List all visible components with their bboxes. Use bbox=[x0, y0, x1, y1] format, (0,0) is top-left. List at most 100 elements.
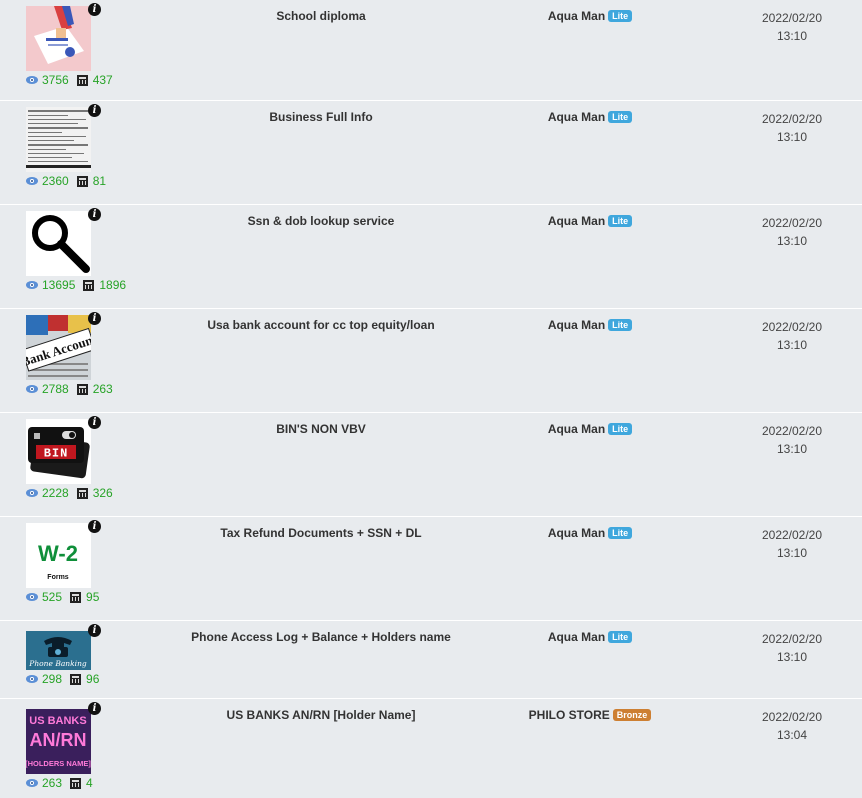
product-thumbnail[interactable]: US BANKS AN/RN [HOLDERS NAME] bbox=[26, 709, 91, 774]
stats: 525 95 bbox=[26, 590, 99, 604]
product-thumbnail[interactable] bbox=[26, 107, 91, 172]
info-icon[interactable]: i bbox=[88, 3, 101, 16]
sales-count: 95 bbox=[86, 590, 100, 604]
product-list: i 3756 437 School diploma Aqua Man Lite 2… bbox=[0, 0, 862, 798]
views-count: 3756 bbox=[42, 73, 69, 87]
time-text: 13:10 bbox=[776, 338, 808, 352]
eye-icon bbox=[26, 385, 38, 393]
list-item: US BANKS AN/RN [HOLDERS NAME] i 263 4 US… bbox=[0, 699, 862, 798]
product-thumbnail[interactable]: Phone Banking bbox=[26, 631, 91, 670]
listing-date: 2022/02/20 13:10 bbox=[742, 526, 842, 562]
views-count: 2228 bbox=[42, 486, 69, 500]
views-count: 525 bbox=[42, 590, 63, 604]
time-text: 13:10 bbox=[776, 234, 808, 248]
seller-name[interactable]: Aqua Man bbox=[548, 630, 605, 644]
seller[interactable]: Aqua Man Lite bbox=[520, 214, 660, 228]
date-text: 2022/02/20 bbox=[761, 216, 823, 230]
sales-count: 81 bbox=[92, 174, 107, 188]
info-icon[interactable]: i bbox=[88, 702, 101, 715]
seller-name[interactable]: PHILO STORE bbox=[529, 708, 610, 722]
seller[interactable]: Aqua Man Lite bbox=[520, 318, 660, 332]
time-text: 13:10 bbox=[776, 650, 808, 664]
seller-name[interactable]: Aqua Man bbox=[548, 526, 605, 540]
product-title[interactable]: US BANKS AN/RN [Holder Name] bbox=[160, 708, 482, 722]
seller-badge: Lite bbox=[608, 631, 633, 643]
seller[interactable]: Aqua Man Lite bbox=[520, 110, 660, 124]
thumb-caption: Phone Banking bbox=[28, 659, 87, 668]
eye-icon bbox=[26, 593, 38, 601]
stats: 2228 326 bbox=[26, 486, 113, 500]
product-thumbnail[interactable]: W-2 Forms bbox=[26, 523, 91, 588]
calculator-icon bbox=[76, 74, 88, 86]
listing-date: 2022/02/20 13:10 bbox=[742, 214, 842, 250]
time-text: 13:10 bbox=[776, 442, 808, 456]
seller-badge: Lite bbox=[608, 215, 633, 227]
eye-icon bbox=[26, 489, 38, 497]
product-thumbnail[interactable] bbox=[26, 211, 91, 276]
seller-name[interactable]: Aqua Man bbox=[548, 110, 605, 124]
eye-icon bbox=[26, 76, 38, 84]
seller-badge: Lite bbox=[608, 10, 633, 22]
eye-icon bbox=[26, 177, 38, 185]
listing-date: 2022/02/20 13:10 bbox=[742, 9, 842, 45]
thumb-caption-2: AN/RN bbox=[30, 730, 87, 750]
calculator-icon bbox=[70, 673, 82, 685]
list-item: i 13695 1896 Ssn & dob lookup service Aq… bbox=[0, 205, 862, 309]
product-title[interactable]: Ssn & dob lookup service bbox=[160, 214, 482, 228]
calculator-icon bbox=[83, 279, 95, 291]
list-item: Bank Account i 2788 263 Usa bank account… bbox=[0, 309, 862, 413]
product-title[interactable]: Tax Refund Documents + SSN + DL bbox=[160, 526, 482, 540]
seller-name[interactable]: Aqua Man bbox=[548, 422, 605, 436]
product-thumbnail[interactable]: Bank Account bbox=[26, 315, 91, 380]
seller[interactable]: Aqua Man Lite bbox=[520, 630, 660, 644]
time-text: 13:10 bbox=[776, 546, 808, 560]
eye-icon bbox=[26, 675, 38, 683]
seller-badge: Lite bbox=[608, 423, 633, 435]
thumb-caption-3: [HOLDERS NAME] bbox=[26, 759, 91, 768]
product-title[interactable]: Usa bank account for cc top equity/loan bbox=[160, 318, 482, 332]
list-item: BIN i 2228 326 BIN'S NON VBV Aqua Man Lit… bbox=[0, 413, 862, 517]
stats: 2788 263 bbox=[26, 382, 113, 396]
listing-date: 2022/02/20 13:10 bbox=[742, 630, 842, 666]
info-icon[interactable]: i bbox=[88, 624, 101, 637]
product-title[interactable]: BIN'S NON VBV bbox=[160, 422, 482, 436]
sales-count: 326 bbox=[92, 486, 113, 500]
date-text: 2022/02/20 bbox=[761, 320, 823, 334]
sales-count: 263 bbox=[92, 382, 113, 396]
seller[interactable]: Aqua Man Lite bbox=[520, 526, 660, 540]
seller-name[interactable]: Aqua Man bbox=[548, 9, 605, 23]
info-icon[interactable]: i bbox=[88, 208, 101, 221]
thumb-caption: W-2 bbox=[38, 541, 78, 566]
list-item: Phone Banking i 298 96 Phone Access Log … bbox=[0, 621, 862, 699]
seller[interactable]: Aqua Man Lite bbox=[520, 9, 660, 23]
listing-date: 2022/02/20 13:04 bbox=[742, 708, 842, 744]
date-text: 2022/02/20 bbox=[761, 710, 823, 724]
stats: 263 4 bbox=[26, 776, 93, 790]
seller-badge: Lite bbox=[608, 527, 633, 539]
info-icon[interactable]: i bbox=[88, 520, 101, 533]
product-thumbnail[interactable] bbox=[26, 6, 91, 71]
eye-icon bbox=[26, 281, 38, 289]
seller[interactable]: Aqua Man Lite bbox=[520, 422, 660, 436]
time-text: 13:10 bbox=[776, 29, 808, 43]
info-icon[interactable]: i bbox=[88, 416, 101, 429]
product-thumbnail[interactable]: BIN bbox=[26, 419, 91, 484]
info-icon[interactable]: i bbox=[88, 104, 101, 117]
time-text: 13:10 bbox=[776, 130, 808, 144]
stats: 298 96 bbox=[26, 672, 99, 686]
product-title[interactable]: Phone Access Log + Balance + Holders nam… bbox=[160, 630, 482, 644]
eye-icon bbox=[26, 779, 38, 787]
calculator-icon bbox=[70, 591, 82, 603]
seller-badge: Lite bbox=[608, 319, 633, 331]
info-icon[interactable]: i bbox=[88, 312, 101, 325]
seller-name[interactable]: Aqua Man bbox=[548, 318, 605, 332]
product-title[interactable]: School diploma bbox=[160, 9, 482, 23]
list-item: W-2 Forms i 525 95 Tax Refund Documents … bbox=[0, 517, 862, 621]
seller-badge: Lite bbox=[608, 111, 633, 123]
stats: 3756 437 bbox=[26, 73, 113, 87]
product-title[interactable]: Business Full Info bbox=[160, 110, 482, 124]
seller-name[interactable]: Aqua Man bbox=[548, 214, 605, 228]
views-count: 2360 bbox=[42, 174, 69, 188]
seller[interactable]: PHILO STORE Bronze bbox=[520, 708, 660, 722]
views-count: 263 bbox=[42, 776, 63, 790]
